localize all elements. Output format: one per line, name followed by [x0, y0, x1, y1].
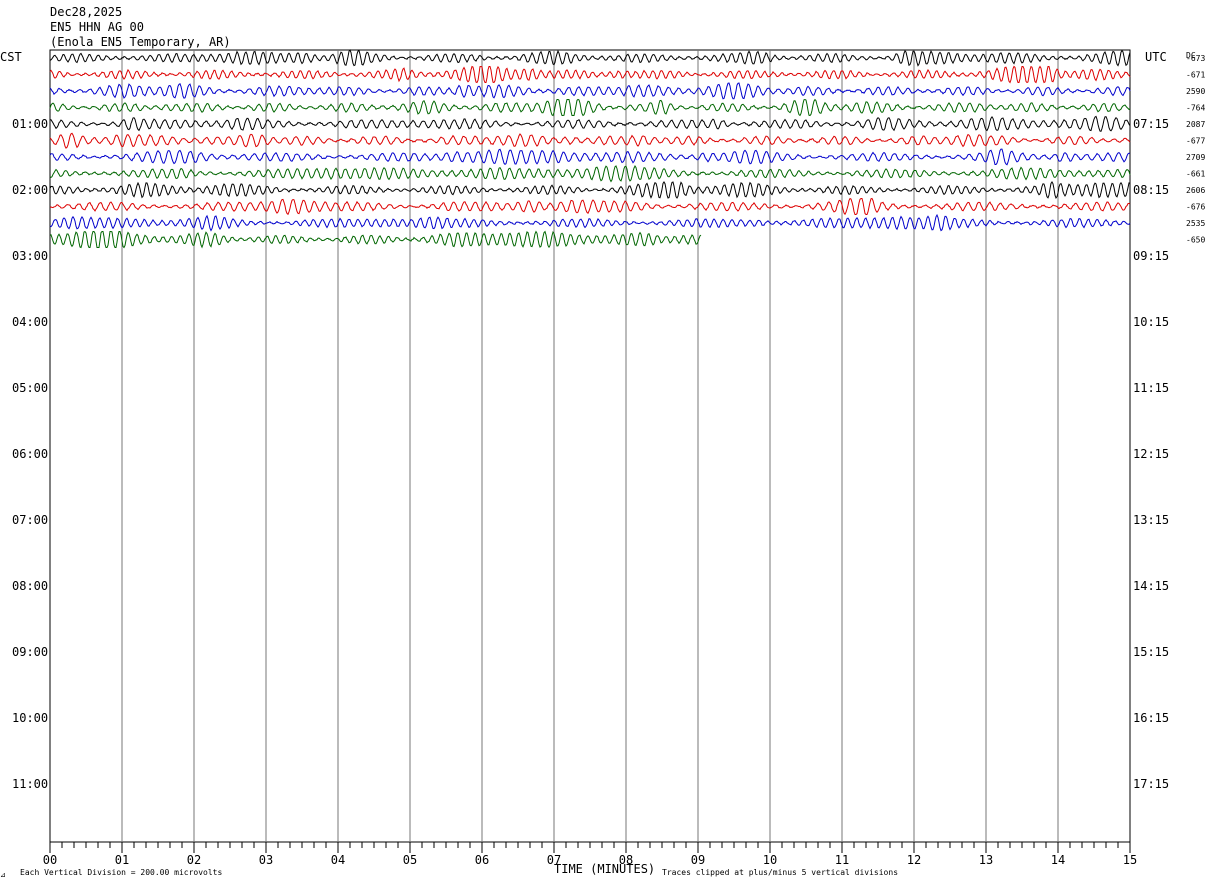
x-tick-label: 00	[43, 853, 57, 867]
right-hour-label: 09:15	[1133, 249, 1169, 263]
left-hour-label: 09:00	[12, 645, 48, 659]
trace-line	[49, 98, 1131, 117]
dc-offset-labels: -673 -671 2590 -764 2087 -677 2709 -661 2606 -676…	[1186, 54, 1205, 245]
dc-offset-label: -650	[1186, 236, 1205, 245]
x-tick-label: 13	[979, 853, 993, 867]
left-hour-label: 10:00	[12, 711, 48, 725]
trace-line	[49, 82, 1131, 100]
dc-offset-label: -671	[1186, 71, 1205, 80]
trace-line	[49, 230, 702, 249]
location-label: (Enola EN5 Temporary, AR)	[50, 35, 231, 49]
x-tick-label: 05	[403, 853, 417, 867]
right-hour-label: 08:15	[1133, 183, 1169, 197]
dc-offset-label: 2709	[1186, 153, 1205, 162]
trace-line	[49, 148, 1131, 166]
dc-offset-label: -677	[1186, 137, 1205, 146]
left-hour-label: 04:00	[12, 315, 48, 329]
left-hour-label: 03:00	[12, 249, 48, 263]
trace-line	[49, 197, 1131, 216]
left-hour-label: 02:00	[12, 183, 48, 197]
right-hour-label: 15:15	[1133, 645, 1169, 659]
date-label: Dec28,2025	[50, 5, 122, 19]
x-tick-label: 10	[763, 853, 777, 867]
left-hour-label: 06:00	[12, 447, 48, 461]
right-hour-label: 11:15	[1133, 381, 1169, 395]
right-hour-label: 14:15	[1133, 579, 1169, 593]
dc-offset-label: -673	[1186, 54, 1205, 63]
x-axis-title: TIME (MINUTES)	[554, 862, 655, 876]
right-hour-label: 16:15	[1133, 711, 1169, 725]
plot-frame	[49, 49, 1131, 843]
right-hour-label: 07:15	[1133, 117, 1169, 131]
footer-mark: ⊿	[0, 871, 6, 879]
left-hour-label: 11:00	[12, 777, 48, 791]
helicorder-plot: Dec28,2025 EN5 HHN AG 00 (Enola EN5 Temp…	[0, 5, 1205, 879]
dc-offset-label: -676	[1186, 203, 1205, 212]
right-hour-labels: 07:15 08:15 09:15 10:15 11:15 12:15 13:15 14:15…	[1133, 117, 1169, 791]
x-tick-label: 11	[835, 853, 849, 867]
dc-offset-label: -764	[1186, 104, 1205, 113]
left-hour-labels: 01:00 02:00 03:00 04:00 05:00 06:00 07:00 08:00…	[12, 117, 48, 791]
dc-offset-label: 2087	[1186, 120, 1205, 129]
right-timezone-label: UTC	[1145, 50, 1167, 64]
x-tick-label: 01	[115, 853, 129, 867]
left-hour-label: 01:00	[12, 117, 48, 131]
x-tick-label: 15	[1123, 853, 1137, 867]
scale-note: Each Vertical Division = 200.00 microvol…	[20, 868, 222, 877]
x-tick-label: 04	[331, 853, 345, 867]
trace-line	[49, 132, 1131, 149]
right-hour-label: 17:15	[1133, 777, 1169, 791]
header-block: Dec28,2025 EN5 HHN AG 00 (Enola EN5 Temp…	[50, 5, 231, 49]
dc-offset-label: 2606	[1186, 186, 1205, 195]
trace-line	[49, 164, 1131, 183]
clip-note: Traces clipped at plus/minus 5 vertical …	[662, 868, 898, 877]
right-hour-label: 10:15	[1133, 315, 1169, 329]
dc-offset-label: 2535	[1186, 219, 1205, 228]
dc-offset-label: -661	[1186, 170, 1205, 179]
left-hour-label: 08:00	[12, 579, 48, 593]
left-hour-label: 05:00	[12, 381, 48, 395]
trace-line	[49, 181, 1131, 200]
trace-line	[49, 65, 1131, 84]
right-hour-label: 12:15	[1133, 447, 1169, 461]
x-tick-label: 03	[259, 853, 273, 867]
trace-group	[49, 49, 1131, 249]
x-tick-label: 09	[691, 853, 705, 867]
x-tick-label: 14	[1051, 853, 1065, 867]
station-label: EN5 HHN AG 00	[50, 20, 144, 34]
left-timezone-label: CST	[0, 50, 22, 64]
right-hour-label: 13:15	[1133, 513, 1169, 527]
left-hour-label: 07:00	[12, 513, 48, 527]
trace-line	[49, 49, 1131, 67]
minute-gridlines	[121, 50, 1059, 842]
trace-line	[49, 213, 1131, 232]
x-tick-label: 12	[907, 853, 921, 867]
trace-line	[49, 115, 1131, 132]
x-tick-label: 06	[475, 853, 489, 867]
x-tick-label: 02	[187, 853, 201, 867]
dc-offset-label: 2590	[1186, 87, 1205, 96]
